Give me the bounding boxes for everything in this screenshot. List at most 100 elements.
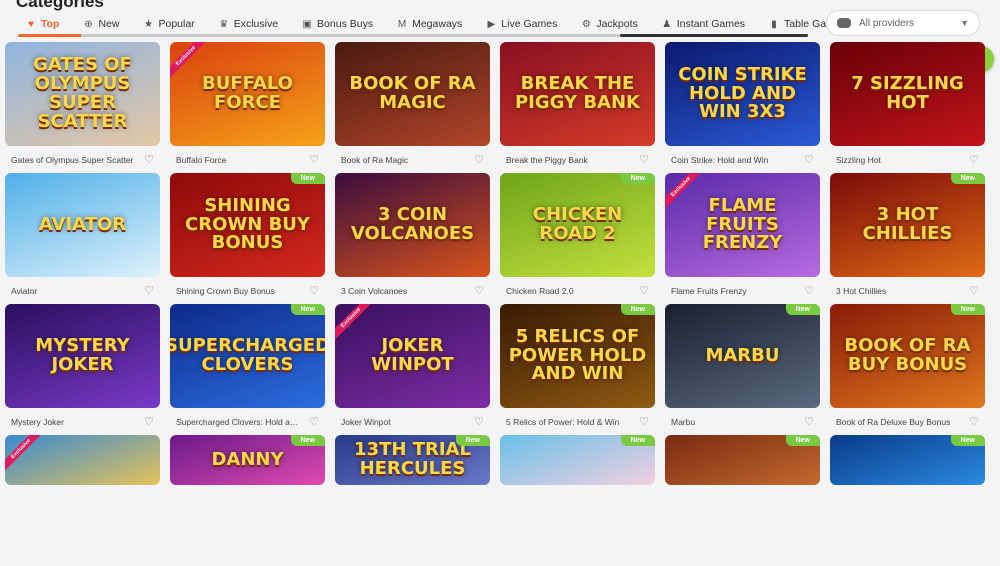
gamepad-icon	[837, 18, 851, 28]
game-name[interactable]: 5 Relics of Power: Hold & Win	[506, 417, 619, 427]
heart-outline-icon[interactable]: ♡	[474, 284, 484, 297]
game-card[interactable]: New	[500, 435, 655, 566]
game-card[interactable]: 3 Hot Chillies New 3 Hot Chillies ♡	[830, 173, 985, 304]
game-logo-text: 3 Coin Volcanoes	[350, 204, 475, 244]
game-thumbnail[interactable]: Marbu New	[665, 304, 820, 408]
game-card[interactable]: Shining Crown Buy Bonus New Shining Crown …	[170, 173, 325, 304]
new-badge: New	[950, 304, 985, 315]
game-name[interactable]: Sizzling Hot	[836, 155, 881, 165]
exclusive-badge: Exclusive	[5, 435, 46, 474]
game-thumbnail[interactable]: New	[665, 435, 820, 485]
heart-outline-icon[interactable]: ♡	[969, 415, 979, 428]
game-card[interactable]: Chicken Road 2 New Chicken Road 2.0 ♡	[500, 173, 655, 304]
game-thumbnail[interactable]: Chicken Road 2 New	[500, 173, 655, 277]
game-name[interactable]: Break the Piggy Bank	[506, 155, 588, 165]
game-card[interactable]: Break the Piggy Bank Break the Piggy Bank…	[500, 42, 655, 173]
game-name[interactable]: Buffalo Force	[176, 155, 226, 165]
game-thumbnail[interactable]: 5 Relics of Power Hold and Win New	[500, 304, 655, 408]
game-thumbnail[interactable]: New	[500, 435, 655, 485]
game-card[interactable]: Book of Ra Buy Bonus New Book of Ra Deluxe…	[830, 304, 985, 435]
game-thumbnail[interactable]: Joker Winpot Exclusive	[335, 304, 490, 408]
game-thumbnail[interactable]: Buffalo Force Exclusive	[170, 42, 325, 146]
heart-outline-icon[interactable]: ♡	[144, 415, 154, 428]
game-card[interactable]: 13th Trial Hercules New	[335, 435, 490, 566]
heart-outline-icon[interactable]: ♡	[804, 415, 814, 428]
game-thumbnail[interactable]: Supercharged Clovers New	[170, 304, 325, 408]
game-card[interactable]: Coin Strike Hold and Win 3x3 Coin Strike:…	[665, 42, 820, 173]
game-card[interactable]: Joker Winpot Exclusive Joker Winpot ♡	[335, 304, 490, 435]
game-card[interactable]: New	[830, 435, 985, 566]
tab-top[interactable]: ♥ Top	[14, 12, 71, 36]
game-name[interactable]: Mystery Joker	[11, 417, 64, 427]
tab-popular[interactable]: ★ Popular	[131, 12, 206, 36]
game-card[interactable]: Book of Ra Magic Book of Ra Magic ♡	[335, 42, 490, 173]
tab-new[interactable]: ⊕ New	[71, 12, 131, 36]
game-thumbnail[interactable]: 7 Sizzling Hot	[830, 42, 985, 146]
heart-outline-icon[interactable]: ♡	[969, 284, 979, 297]
game-card[interactable]: Exclusive	[5, 435, 160, 566]
game-thumbnail[interactable]: 3 Coin Volcanoes	[335, 173, 490, 277]
provider-select[interactable]: All providers ▼	[826, 10, 980, 36]
tab-jackpots[interactable]: ⚙ Jackpots	[569, 12, 649, 36]
game-thumbnail[interactable]: 3 Hot Chillies New	[830, 173, 985, 277]
game-card[interactable]: Flame Fruits Frenzy Exclusive Flame Fruits…	[665, 173, 820, 304]
tab-live-games[interactable]: ▶ Live Games	[474, 12, 569, 36]
game-thumbnail[interactable]: Book of Ra Buy Bonus New	[830, 304, 985, 408]
game-thumbnail[interactable]: New	[830, 435, 985, 485]
game-thumbnail[interactable]: Book of Ra Magic	[335, 42, 490, 146]
tab-bonus-buys[interactable]: ▣ Bonus Buys	[290, 12, 385, 36]
heart-outline-icon[interactable]: ♡	[309, 284, 319, 297]
game-thumbnail[interactable]: Shining Crown Buy Bonus New	[170, 173, 325, 277]
tab-label: Megaways	[412, 18, 463, 30]
heart-outline-icon[interactable]: ♡	[309, 415, 319, 428]
game-card[interactable]: 3 Coin Volcanoes 3 Coin Volcanoes ♡	[335, 173, 490, 304]
tab-instant-games[interactable]: ♟ Instant Games	[650, 12, 757, 36]
heart-outline-icon[interactable]: ♡	[144, 284, 154, 297]
game-card[interactable]: 5 Relics of Power Hold and Win New 5 Relic…	[500, 304, 655, 435]
game-thumbnail[interactable]: Gates of Olympus Super Scatter	[5, 42, 160, 146]
game-card[interactable]: Gates of Olympus Super Scatter Gates of O…	[5, 42, 160, 173]
heart-outline-icon[interactable]: ♡	[804, 153, 814, 166]
game-name[interactable]: Flame Fruits Frenzy	[671, 286, 747, 296]
heart-outline-icon[interactable]: ♡	[474, 415, 484, 428]
game-thumbnail[interactable]: Exclusive	[5, 435, 160, 485]
game-name[interactable]: Shining Crown Buy Bonus	[176, 286, 275, 296]
game-card[interactable]: Supercharged Clovers New Supercharged Clov…	[170, 304, 325, 435]
game-name[interactable]: 3 Hot Chillies	[836, 286, 886, 296]
game-name[interactable]: 3 Coin Volcanoes	[341, 286, 407, 296]
heart-outline-icon[interactable]: ♡	[969, 153, 979, 166]
game-thumbnail[interactable]: Coin Strike Hold and Win 3x3	[665, 42, 820, 146]
game-thumbnail[interactable]: Danny New	[170, 435, 325, 485]
game-thumbnail[interactable]: Mystery Joker	[5, 304, 160, 408]
heart-outline-icon[interactable]: ♡	[639, 153, 649, 166]
game-thumbnail[interactable]: Aviator	[5, 173, 160, 277]
game-card[interactable]: Danny New	[170, 435, 325, 566]
heart-outline-icon[interactable]: ♡	[309, 153, 319, 166]
game-name[interactable]: Supercharged Clovers: Hold and Win	[176, 417, 301, 427]
game-name[interactable]: Gates of Olympus Super Scatter	[11, 155, 133, 165]
game-card[interactable]: New	[665, 435, 820, 566]
game-name[interactable]: Chicken Road 2.0	[506, 286, 574, 296]
game-card[interactable]: 7 Sizzling Hot Sizzling Hot ♡	[830, 42, 985, 173]
heart-outline-icon[interactable]: ♡	[804, 284, 814, 297]
tab-megaways[interactable]: M Megaways	[385, 12, 474, 36]
category-scrollbar-thumb[interactable]	[620, 34, 808, 37]
game-name[interactable]: Aviator	[11, 286, 37, 296]
game-name[interactable]: Coin Strike: Hold and Win	[671, 155, 768, 165]
game-name[interactable]: Book of Ra Magic	[341, 155, 408, 165]
game-name[interactable]: Marbu	[671, 417, 695, 427]
game-card[interactable]: Mystery Joker Mystery Joker ♡	[5, 304, 160, 435]
heart-outline-icon[interactable]: ♡	[474, 153, 484, 166]
heart-outline-icon[interactable]: ♡	[144, 153, 154, 166]
game-card[interactable]: Aviator Aviator ♡	[5, 173, 160, 304]
tab-exclusive[interactable]: ♛ Exclusive	[207, 12, 290, 36]
game-name[interactable]: Book of Ra Deluxe Buy Bonus	[836, 417, 950, 427]
heart-outline-icon[interactable]: ♡	[639, 284, 649, 297]
game-card[interactable]: Marbu New Marbu ♡	[665, 304, 820, 435]
game-card[interactable]: Buffalo Force Exclusive Buffalo Force ♡	[170, 42, 325, 173]
heart-outline-icon[interactable]: ♡	[639, 415, 649, 428]
game-name[interactable]: Joker Winpot	[341, 417, 391, 427]
game-thumbnail[interactable]: 13th Trial Hercules New	[335, 435, 490, 485]
game-thumbnail[interactable]: Flame Fruits Frenzy Exclusive	[665, 173, 820, 277]
game-thumbnail[interactable]: Break the Piggy Bank	[500, 42, 655, 146]
